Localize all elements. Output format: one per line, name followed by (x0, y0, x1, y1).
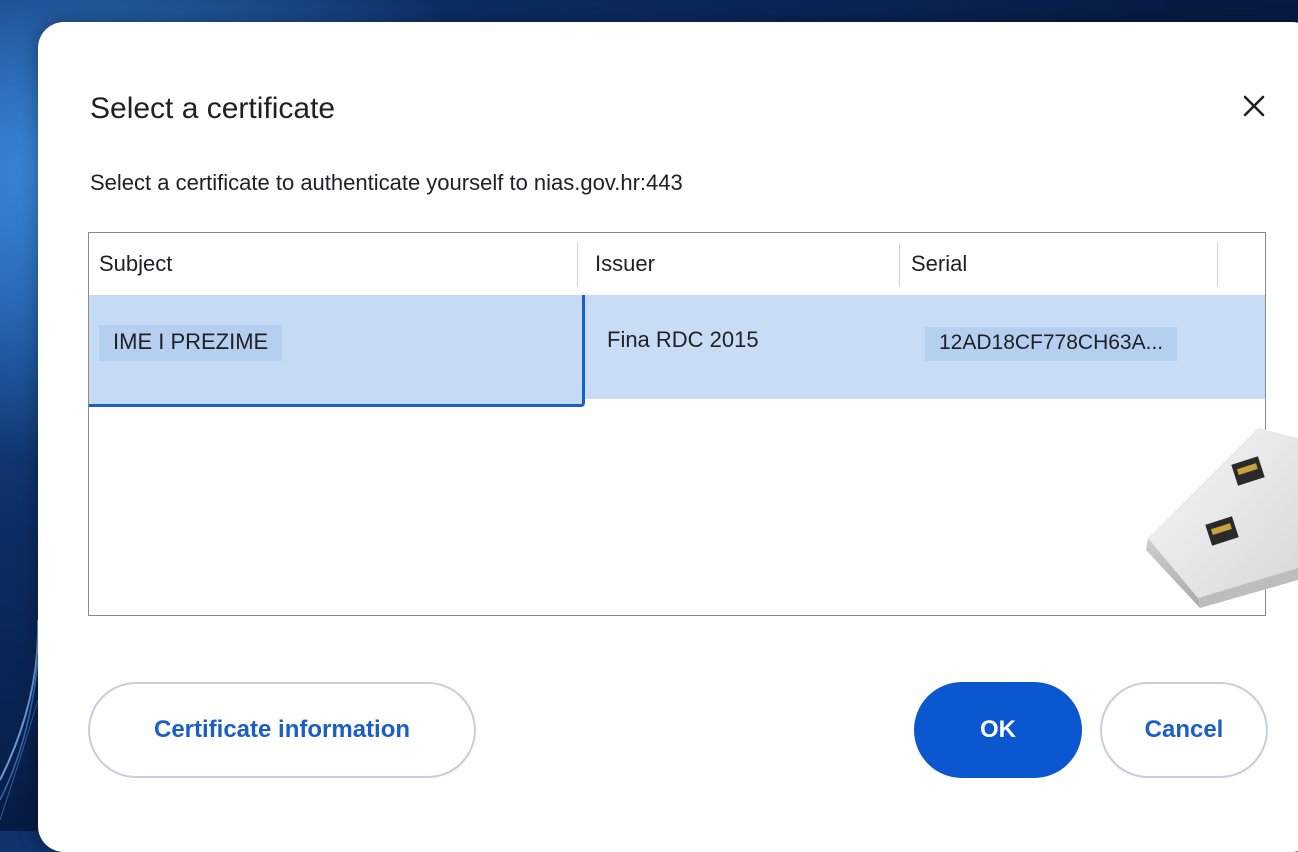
subject-value: IME I PREZIME (99, 325, 283, 361)
table-header: Subject Issuer Serial (89, 233, 1265, 295)
serial-value: 12AD18CF778CH63A... (925, 327, 1178, 361)
column-header-serial[interactable]: Serial (901, 233, 1219, 295)
column-separator[interactable] (577, 243, 578, 287)
column-header-issuer[interactable]: Issuer (585, 233, 897, 295)
close-button[interactable] (1234, 86, 1274, 126)
column-separator[interactable] (1217, 243, 1218, 287)
column-header-subject[interactable]: Subject (89, 233, 577, 295)
dialog-title: Select a certificate (90, 92, 336, 125)
dialog-subtitle: Select a certificate to authenticate you… (90, 170, 683, 195)
column-separator[interactable] (899, 243, 900, 287)
table-row[interactable]: IME I PREZIME Fina RDC 2015 12AD18CF778C… (89, 295, 1265, 407)
usb-token-icon (1146, 428, 1298, 608)
cancel-button[interactable]: Cancel (1100, 682, 1268, 778)
ok-button[interactable]: OK (914, 682, 1082, 778)
certificate-table: Subject Issuer Serial IME I PREZIME Fina… (88, 232, 1266, 616)
issuer-value: Fina RDC 2015 (607, 327, 759, 352)
close-icon (1243, 95, 1265, 117)
subject-cell[interactable]: IME I PREZIME (89, 295, 585, 407)
certificate-information-button[interactable]: Certificate information (88, 682, 476, 778)
